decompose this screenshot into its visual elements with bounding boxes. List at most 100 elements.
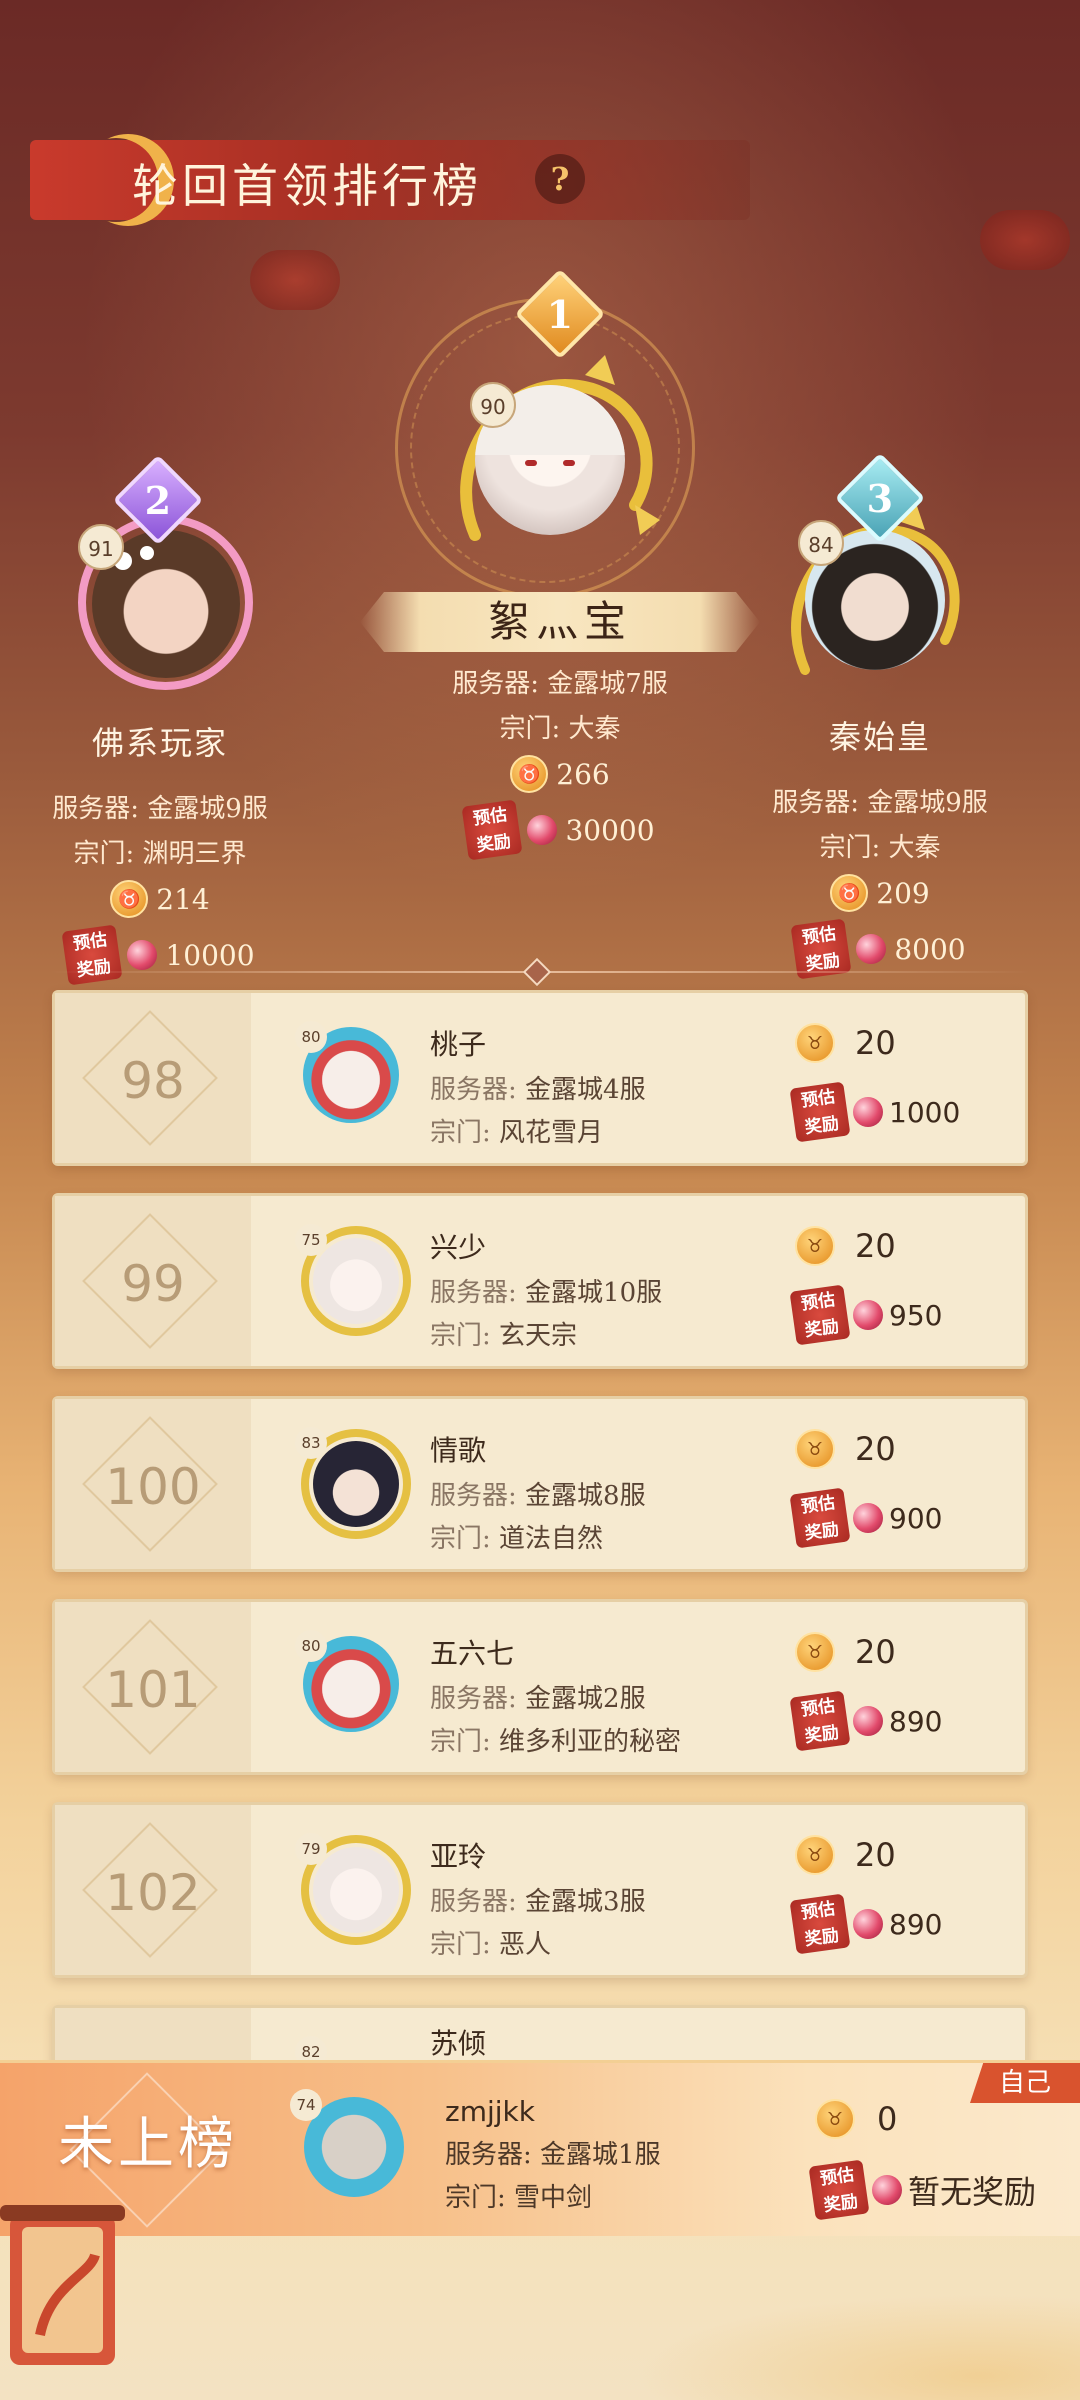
lantern-decoration xyxy=(250,250,340,310)
player-info: 亚玲 服务器: 金露城3服 宗门: 恶人 xyxy=(430,1835,646,1961)
level-badge: 90 xyxy=(470,382,516,428)
server-label: 服务器: xyxy=(772,788,859,818)
estimated-reward-icon: 预估 奖励 xyxy=(789,1690,851,1752)
reward-value: 10000 xyxy=(165,938,255,972)
score-value: 20 xyxy=(855,1430,896,1468)
estimated-reward-icon: 预估 奖励 xyxy=(789,1487,851,1549)
player-avatar[interactable]: 74 xyxy=(290,2083,420,2213)
score: ♉ 20 xyxy=(795,1835,896,1875)
reward: 预估 奖励 1000 xyxy=(789,1081,960,1143)
score: ♉ 20 xyxy=(795,1023,896,1063)
help-button[interactable]: ? xyxy=(535,154,585,204)
score: ♉ 20 xyxy=(795,1429,896,1469)
sect-value: 恶人 xyxy=(499,1930,552,1960)
reward: 预估 奖励 890 xyxy=(789,1690,943,1752)
ranking-row[interactable]: 100 83 情歌 服务器: 金露城8服 宗门: 道法自然 ♉ 20 预估 奖励 90… xyxy=(52,1396,1028,1572)
level-badge: 91 xyxy=(78,524,124,570)
boss-coin-icon: ♉ xyxy=(795,1023,835,1063)
reward-value: 890 xyxy=(889,1704,943,1738)
server-value: 金露城2服 xyxy=(525,1684,646,1714)
level-badge: 74 xyxy=(290,2089,322,2121)
boss-coin-icon: ♉ xyxy=(795,1835,835,1875)
player-info: zmjjkk 服务器: 金露城1服 宗门: 雪中剑 xyxy=(445,2095,661,2214)
player-info: 兴少 服务器: 金露城10服 宗门: 玄天宗 xyxy=(430,1226,662,1352)
ranking-row[interactable]: 98 80 桃子 服务器: 金露城4服 宗门: 风花雪月 ♉ 20 预估 奖励 100… xyxy=(52,990,1028,1166)
rank-number: 99 xyxy=(121,1255,185,1313)
server-value: 金露城9服 xyxy=(867,788,988,818)
player-name: 秦始皇 xyxy=(828,718,931,756)
rank-number: 2 xyxy=(144,477,172,523)
ranking-row[interactable]: 102 79 亚玲 服务器: 金露城3服 宗门: 恶人 ♉ 20 预估 奖励 890 xyxy=(52,1802,1028,1978)
reward-value: 900 xyxy=(889,1501,943,1535)
ranking-row[interactable]: 101 80 五六七 服务器: 金露城2服 宗门: 维多利亚的秘密 ♉ 20 预估… xyxy=(52,1599,1028,1775)
sect-label: 宗门: xyxy=(819,833,881,863)
sect-value: 渊明三界 xyxy=(142,839,247,869)
server-value: 金露城3服 xyxy=(525,1887,646,1917)
self-rank-text: 未上榜 xyxy=(58,2112,238,2177)
player-avatar[interactable]: 80 xyxy=(283,1013,413,1143)
estimated-reward-icon: 预估 奖励 xyxy=(461,799,523,861)
reward-value: 8000 xyxy=(894,932,966,966)
estimated-reward-icon: 预估 奖励 xyxy=(789,1284,851,1346)
boss-coin-icon: ♉ xyxy=(795,1632,835,1672)
self-ranking-bar[interactable]: 自己 未上榜 74 zmjjkk 服务器: 金露城1服 宗门: 雪中剑 ♉ 0 预… xyxy=(0,2060,1080,2236)
player-info: 苏倾 xyxy=(430,2022,486,2062)
player-info: 桃子 服务器: 金露城4服 宗门: 风花雪月 xyxy=(430,1023,646,1149)
player-avatar[interactable]: 80 xyxy=(283,1622,413,1752)
reward-value: 暂无奖励 xyxy=(908,2173,1037,2211)
server-value: 金露城1服 xyxy=(540,2140,661,2170)
server-label: 服务器: xyxy=(430,1278,517,1308)
first-player-name: 絮灬宝 xyxy=(360,592,760,652)
player-avatar[interactable]: 79 xyxy=(283,1825,413,1955)
player-avatar[interactable]: 83 xyxy=(283,1419,413,1549)
rank-number: 3 xyxy=(866,475,894,521)
sect-label: 宗门: xyxy=(430,1118,491,1148)
score-value: 209 xyxy=(876,876,930,910)
score-value: 20 xyxy=(855,1836,896,1874)
server-value: 金露城10服 xyxy=(525,1278,663,1308)
player-name: 苏倾 xyxy=(430,2027,487,2060)
cloud-decoration xyxy=(580,2280,1080,2400)
gem-icon xyxy=(853,1503,883,1533)
server-label: 服务器: xyxy=(452,669,539,699)
boss-coin-icon: ♉ xyxy=(110,880,149,918)
server-label: 服务器: xyxy=(430,1887,517,1917)
player-avatar[interactable]: 75 xyxy=(283,1216,413,1346)
rank-number: 98 xyxy=(121,1052,185,1110)
self-tag: 自己 xyxy=(970,2063,1080,2103)
rank-number: 102 xyxy=(105,1864,201,1922)
gem-icon xyxy=(853,1300,883,1330)
server-label: 服务器: xyxy=(430,1481,517,1511)
player-name: 情歌 xyxy=(430,1434,487,1467)
first-player-info: 服务器: 金露城7服 宗门: 大秦 ♉ 266 预估 奖励 30000 xyxy=(380,655,740,861)
estimated-reward-icon: 预估 奖励 xyxy=(61,924,123,986)
sect-label: 宗门: xyxy=(430,1930,491,1960)
sect-value: 风花雪月 xyxy=(499,1118,604,1148)
level-badge: 75 xyxy=(295,1224,327,1256)
score: ♉ 0 xyxy=(815,2099,897,2139)
player-name: 兴少 xyxy=(430,1231,487,1264)
level-badge: 80 xyxy=(295,1630,327,1662)
gem-icon xyxy=(872,2175,902,2205)
level-badge: 79 xyxy=(295,1833,327,1865)
reward-value: 890 xyxy=(889,1907,943,1941)
server-value: 金露城4服 xyxy=(525,1075,646,1105)
player-info: 五六七 服务器: 金露城2服 宗门: 维多利亚的秘密 xyxy=(430,1632,681,1758)
boss-coin-icon: ♉ xyxy=(795,1226,835,1266)
boss-coin-icon: ♉ xyxy=(795,1429,835,1469)
gem-icon xyxy=(853,1909,883,1939)
reward: 预估 奖励 890 xyxy=(789,1893,943,1955)
reward: 预估 奖励 900 xyxy=(789,1487,943,1549)
estimated-reward-icon: 预估 奖励 xyxy=(808,2159,870,2221)
score-value: 20 xyxy=(855,1227,896,1265)
sect-label: 宗门: xyxy=(73,839,135,869)
player-info: 情歌 服务器: 金露城8服 宗门: 道法自然 xyxy=(430,1429,646,1555)
sect-label: 宗门: xyxy=(430,1321,491,1351)
player-name: 佛系玩家 xyxy=(91,724,228,762)
rank-number: 101 xyxy=(105,1661,201,1719)
server-label: 服务器: xyxy=(430,1684,517,1714)
rank-number: 1 xyxy=(546,291,574,337)
reward-value: 950 xyxy=(889,1298,943,1332)
ranking-row[interactable]: 99 75 兴少 服务器: 金露城10服 宗门: 玄天宗 ♉ 20 预估 奖励 950 xyxy=(52,1193,1028,1369)
score-value: 20 xyxy=(855,1633,896,1671)
